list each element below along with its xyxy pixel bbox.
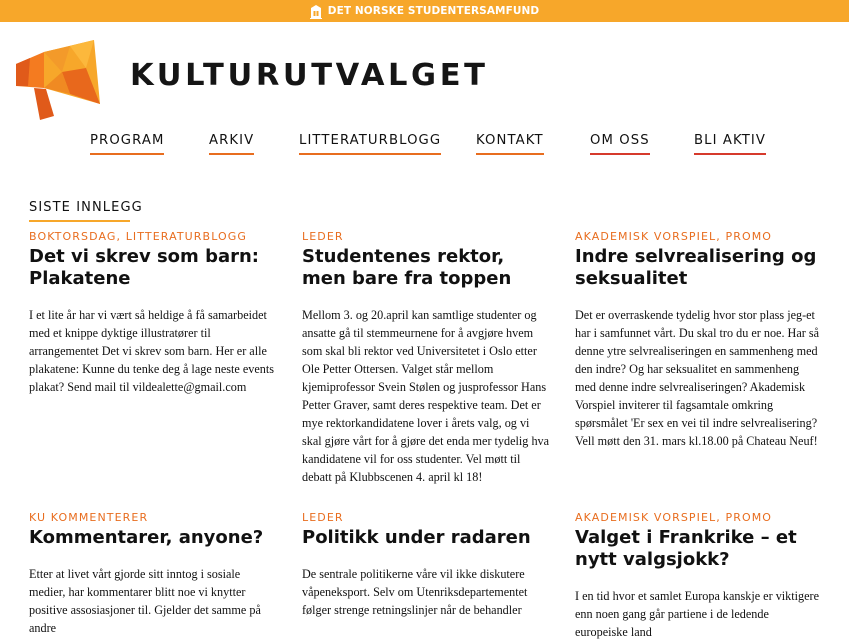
post-category[interactable]: KU KOMMENTERER (29, 511, 277, 524)
post-excerpt: De sentrale politikerne våre vil ikke di… (302, 567, 528, 617)
post-excerpt: I en tid hvor et samlet Europa kanskje e… (575, 589, 820, 639)
site-title[interactable]: KULTURUTVALGET (130, 58, 489, 93)
post-category[interactable]: AKADEMISK VORSPIEL, PROMO (575, 511, 823, 524)
post-title[interactable]: Valget i Frankrike – et nytt valgsjokk? (575, 527, 823, 571)
post-card: BOKTORSDAG, LITTERATURBLOGG Det vi skrev… (29, 230, 277, 396)
post-category[interactable]: BOKTORSDAG, LITTERATURBLOGG (29, 230, 277, 243)
post-title[interactable]: Politikk under radaren (302, 527, 550, 549)
post-category[interactable]: AKADEMISK VORSPIEL, PROMO (575, 230, 823, 243)
nav-arkiv[interactable]: ARKIV (209, 133, 255, 155)
post-title[interactable]: Det vi skrev som barn: Plakatene (29, 246, 277, 290)
nav-kontakt[interactable]: KONTAKT (476, 133, 544, 155)
post-card: LEDER Politikk under radaren De sentrale… (302, 511, 550, 619)
post-category[interactable]: LEDER (302, 230, 550, 243)
organization-name[interactable]: DET NORSKE STUDENTERSAMFUND (328, 5, 539, 17)
section-title: SISTE INNLEGG (29, 200, 142, 222)
post-title[interactable]: Indre selvrealisering og seksualitet (575, 246, 823, 290)
post-card: LEDER Studentenes rektor, men bare fra t… (302, 230, 550, 486)
main-navigation: PROGRAM ARKIV LITTERATURBLOGG KONTAKT OM… (0, 133, 849, 157)
nav-om-oss[interactable]: OM OSS (590, 133, 650, 155)
post-title[interactable]: Kommentarer, anyone? (29, 527, 277, 549)
post-card: AKADEMISK VORSPIEL, PROMO Valget i Frank… (575, 511, 823, 641)
post-card: KU KOMMENTERER Kommentarer, anyone? Ette… (29, 511, 277, 637)
post-card: AKADEMISK VORSPIEL, PROMO Indre selvreal… (575, 230, 823, 450)
organization-bar[interactable]: DET NORSKE STUDENTERSAMFUND (0, 0, 849, 22)
building-icon (309, 4, 322, 19)
post-excerpt: I et lite år har vi vært så heldige å få… (29, 308, 275, 394)
post-excerpt: Det er overraskende tydelig hvor stor pl… (575, 308, 820, 448)
post-excerpt: Mellom 3. og 20.april kan samtlige stude… (302, 308, 550, 484)
nav-litteraturblogg[interactable]: LITTERATURBLOGG (299, 133, 442, 155)
nav-bli-aktiv[interactable]: BLI AKTIV (694, 133, 766, 155)
megaphone-logo[interactable] (14, 38, 104, 122)
post-excerpt: Etter at livet vårt gjorde sitt inntog i… (29, 567, 261, 635)
post-title[interactable]: Studentenes rektor, men bare fra toppen (302, 246, 550, 290)
nav-program[interactable]: PROGRAM (90, 133, 165, 155)
post-category[interactable]: LEDER (302, 511, 550, 524)
